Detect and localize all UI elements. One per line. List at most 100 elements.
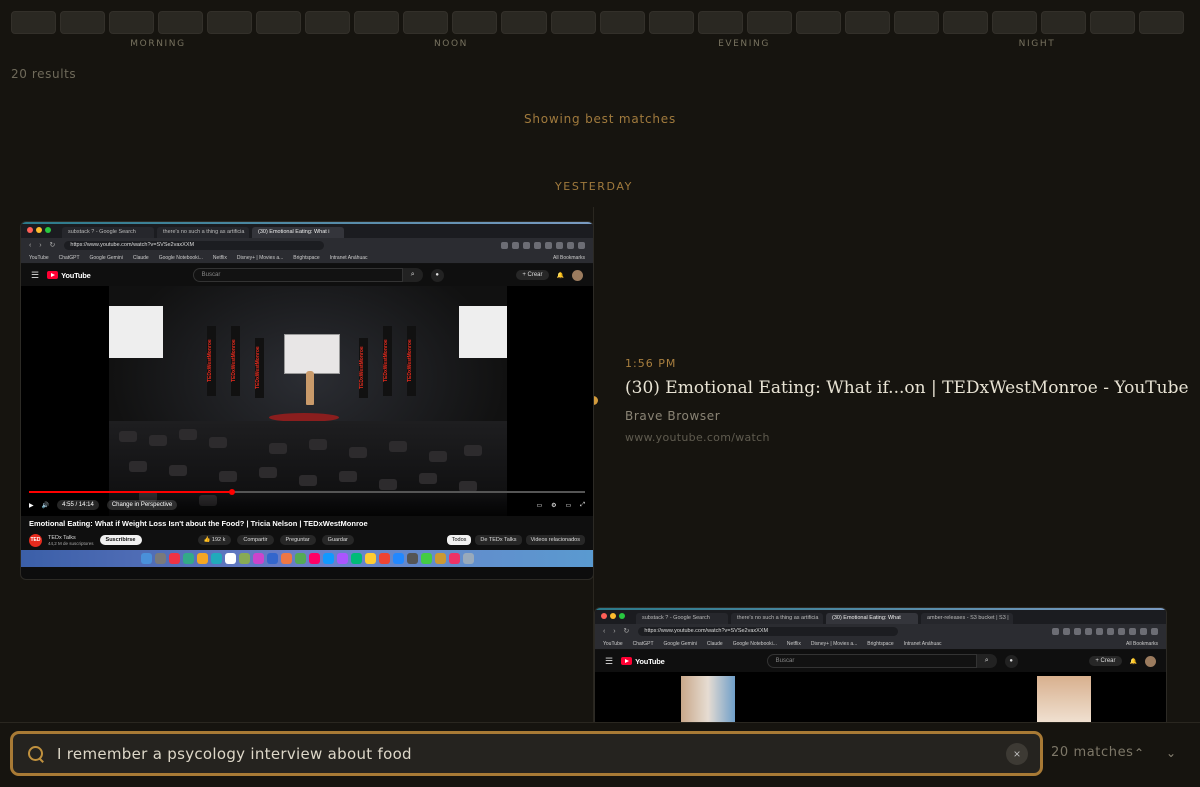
video-frame: TEDxWestMonroe TEDxWestMonroe TEDxWestMo… xyxy=(109,286,507,516)
bookmark-item: Google Notebooki... xyxy=(732,640,777,647)
menu-icon: ☰ xyxy=(31,269,40,280)
timeline-segment[interactable] xyxy=(648,11,694,34)
dock-app-icon xyxy=(238,553,250,564)
timeline-segment[interactable] xyxy=(305,11,351,34)
all-bookmarks: All Bookmarks xyxy=(1126,640,1158,647)
timeline-segment[interactable] xyxy=(501,11,547,34)
url-field: https://www.youtube.com/watch?v=SVSe2vax… xyxy=(64,240,325,250)
timeline-segment[interactable] xyxy=(1040,11,1087,34)
timeline-segment[interactable] xyxy=(1139,11,1185,34)
bell-icon: 🔔 xyxy=(1129,658,1137,665)
menu-icon: ☰ xyxy=(605,655,614,666)
channel-avatar: TED xyxy=(29,533,42,547)
dock-app-icon xyxy=(280,553,292,564)
create-button: + Crear xyxy=(1089,656,1122,666)
bookmark-item: Brightspace xyxy=(867,640,894,647)
timeline-segment[interactable] xyxy=(697,11,743,34)
fullscreen-icon: ⤢ xyxy=(580,501,585,508)
timeline-segment[interactable] xyxy=(256,11,302,34)
slide-image xyxy=(109,306,163,358)
previous-match-button[interactable]: ⌃ xyxy=(1130,742,1148,764)
timeline-segment[interactable] xyxy=(158,11,204,34)
ask-button: Preguntar xyxy=(279,535,316,545)
video-thumbnail-person xyxy=(1037,676,1091,722)
timeline-segment[interactable] xyxy=(991,11,1037,34)
entry-title[interactable]: (30) Emotional Eating: What if...on | TE… xyxy=(625,378,1189,398)
dock-app-icon xyxy=(224,553,236,564)
browser-address-bar: ‹ › ↻ https://www.youtube.com/watch?v=SV… xyxy=(21,238,593,252)
bookmark-item: Google Gemini xyxy=(663,640,697,647)
youtube-logo: YouTube xyxy=(47,271,91,280)
bookmark-item: Claude xyxy=(706,640,723,647)
timeline-segment[interactable] xyxy=(942,11,988,34)
browser-tab: there's no such a thing as artificia xyxy=(731,613,823,624)
timeline-label-morning: MORNING xyxy=(130,39,186,49)
dock-app-icon xyxy=(420,553,432,564)
dock-app-icon xyxy=(196,553,208,564)
timeline-segment[interactable] xyxy=(893,11,939,34)
slide-image xyxy=(459,306,507,358)
bookmark-item: Google Notebooki... xyxy=(158,254,203,261)
mic-icon: ● xyxy=(1004,654,1018,668)
timeline-segment[interactable] xyxy=(795,11,841,34)
search-input[interactable] xyxy=(57,744,1006,763)
timeline-bar[interactable] xyxy=(11,11,1185,34)
like-button: 👍 192 k xyxy=(197,535,232,545)
browser-tab-active: (30) Emotional Eating: What i xyxy=(252,227,344,238)
bookmark-item: YouTube xyxy=(29,254,49,261)
timeline-segment[interactable] xyxy=(60,11,106,34)
screenshot-thumbnail[interactable]: substack ? - Google Search there's no su… xyxy=(594,607,1167,727)
video-meta: TED TEDx Talks 44,2 M de suscriptores Sus… xyxy=(21,530,593,550)
search-icon xyxy=(27,745,45,763)
theater-icon: ▭ xyxy=(565,502,572,509)
youtube-search-input: Buscar xyxy=(192,268,403,282)
clear-search-button[interactable]: × xyxy=(1006,742,1028,765)
bookmark-item: Disney+ | Movies a... xyxy=(810,640,858,647)
video-player: TEDxWestMonroe TEDxWestMonroe TEDxWestMo… xyxy=(21,286,593,516)
cc-icon: ▭ xyxy=(536,502,543,509)
bookmark-item: Intranet Anáhuac xyxy=(329,254,368,261)
timeline-segment[interactable] xyxy=(109,11,155,34)
timeline-segment[interactable] xyxy=(844,11,890,34)
dock-app-icon xyxy=(406,553,418,564)
entry-app: Brave Browser xyxy=(625,409,721,423)
timeline-segment[interactable] xyxy=(746,11,792,34)
dock-app-icon xyxy=(266,553,278,564)
browser-tab: amber-releases - S3 bucket | S3 | xyxy=(921,613,1013,624)
search-icon: ⌕ xyxy=(976,654,997,668)
nav-arrows-icon: ‹ › ↻ xyxy=(603,628,633,635)
screenshot-thumbnail[interactable]: substack ? - Google Search there's no su… xyxy=(20,221,594,580)
nav-arrows-icon: ‹ › ↻ xyxy=(29,242,59,249)
video-controls: ▶ 🔊 4:55 / 14:14 Change in Perspective ▭… xyxy=(21,494,593,516)
settings-icon: ⚙ xyxy=(551,502,557,509)
all-bookmarks: All Bookmarks xyxy=(553,254,585,261)
timeline-segment[interactable] xyxy=(599,11,645,34)
timeline-segment[interactable] xyxy=(550,11,596,34)
entry-time: 1:56 PM xyxy=(625,357,677,370)
bookmark-item: ChatGPT xyxy=(632,640,654,647)
browser-tab-strip: substack ? - Google Search there's no su… xyxy=(21,222,593,238)
results-count: 20 results xyxy=(11,67,77,81)
entry-url[interactable]: www.youtube.com/watch xyxy=(625,431,770,444)
search-box[interactable]: × xyxy=(10,731,1043,776)
dock-app-icon xyxy=(448,553,460,564)
next-match-button[interactable]: ⌄ xyxy=(1162,742,1180,764)
chip: De TEDx Talks xyxy=(475,535,522,545)
timeline-label-noon: NOON xyxy=(433,39,469,49)
stage-screen xyxy=(284,334,340,374)
dock-app-icon xyxy=(294,553,306,564)
timeline-segment[interactable] xyxy=(11,11,57,34)
youtube-search-input: Buscar xyxy=(766,654,977,668)
timeline-segment[interactable] xyxy=(452,11,498,34)
timeline-segment[interactable] xyxy=(207,11,253,34)
timeline-segment[interactable] xyxy=(354,11,400,34)
chapter-label: Change in Perspective xyxy=(106,500,178,510)
best-matches-label: Showing best matches xyxy=(523,112,677,126)
bookmark-item: Google Gemini xyxy=(89,254,123,261)
timeline-segment[interactable] xyxy=(1090,11,1136,34)
window-controls xyxy=(27,227,51,233)
timeline-segment[interactable] xyxy=(403,11,449,34)
video-progress xyxy=(29,489,585,495)
volume-icon: 🔊 xyxy=(41,502,50,509)
bookmarks-bar: YouTube ChatGPT Google Gemini Claude Goo… xyxy=(21,252,593,264)
